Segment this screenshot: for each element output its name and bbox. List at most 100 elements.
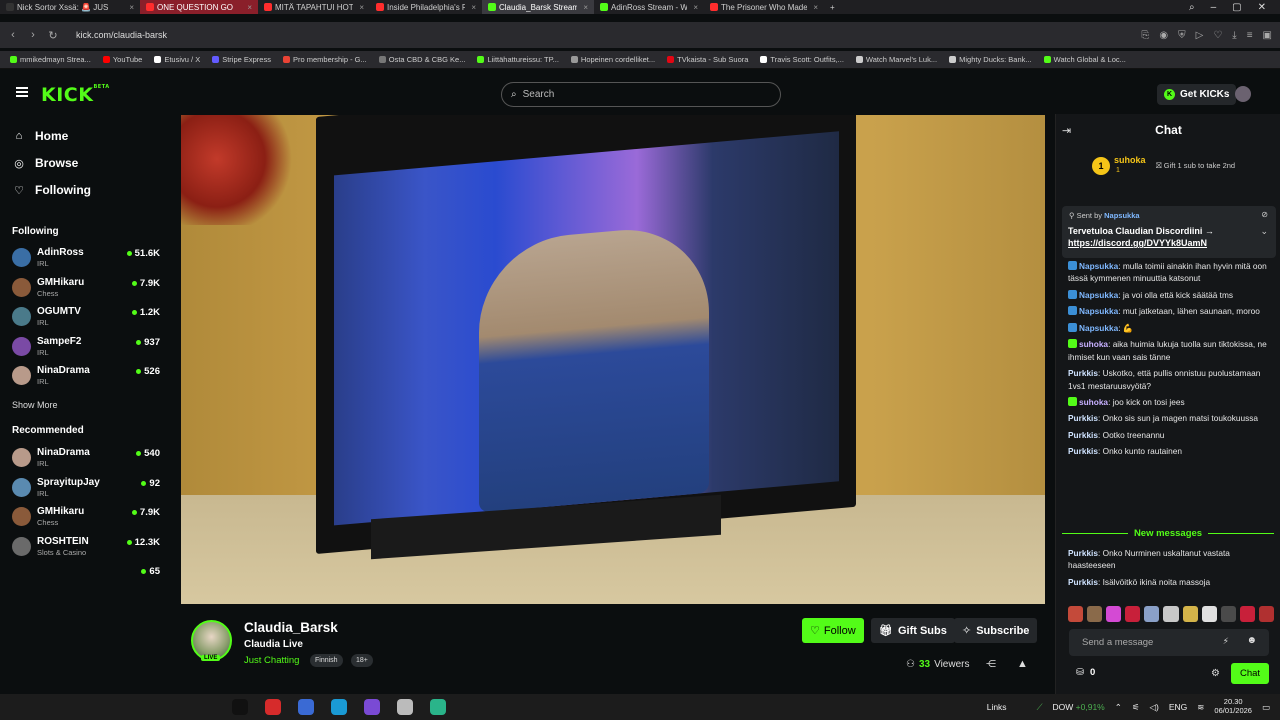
subscribe-button[interactable]: ✧ Subscribe xyxy=(954,618,1038,643)
bookmark-item[interactable]: Etusivu / X xyxy=(154,55,200,64)
sidebar-channel[interactable]: SampeF2 IRL 937 xyxy=(12,334,160,360)
chat-username[interactable]: Purkkis xyxy=(1068,446,1098,456)
taskbar-app-icon[interactable] xyxy=(430,699,446,715)
gift-subs-button[interactable]: 🎁︎ Gift Subs xyxy=(871,618,955,643)
browser-tab[interactable]: The Prisoner Who Made t × xyxy=(704,0,824,14)
reload-icon[interactable]: ↻ xyxy=(46,29,60,42)
chat-username[interactable]: suhoka xyxy=(1079,339,1108,349)
sidebar-channel[interactable]: AdinRoss IRL 51.6K xyxy=(12,245,160,271)
emote-icon[interactable] xyxy=(1144,606,1160,622)
sidebar-nav-home[interactable]: ⌂ Home xyxy=(13,129,69,143)
network-icon[interactable]: ⚟ xyxy=(1132,702,1140,713)
bookmark-item[interactable]: YouTube xyxy=(102,55,142,64)
download-icon[interactable]: ⤓ xyxy=(1232,30,1236,41)
chevron-down-icon[interactable]: ⌄ xyxy=(1260,226,1268,237)
bookmark-item[interactable]: Hopeinen cordelliket... xyxy=(570,55,655,64)
chat-username[interactable]: Purkkis xyxy=(1068,413,1098,423)
taskbar-app-icon[interactable] xyxy=(232,699,248,715)
user-avatar[interactable] xyxy=(1235,86,1251,102)
emote-icon[interactable] xyxy=(1239,606,1255,622)
emoji-icon[interactable]: ☻ xyxy=(1246,635,1257,646)
sidebar-nav-following[interactable]: ♡ Following xyxy=(13,183,91,197)
sidebar-channel[interactable]: 65 xyxy=(12,563,160,589)
bookmark-item[interactable]: Stripe Express xyxy=(212,55,271,64)
unpin-icon[interactable]: ⊘ xyxy=(1261,210,1268,219)
close-tab-icon[interactable]: × xyxy=(471,3,476,12)
chat-username[interactable]: Purkkis xyxy=(1068,368,1098,378)
chevron-up-icon[interactable]: ⌃ xyxy=(1115,702,1122,713)
play-icon[interactable]: ▷ xyxy=(1196,30,1204,41)
browser-tab[interactable]: Nick Sortor Xssä: 🚨 JUS × xyxy=(0,0,140,14)
bookmark-item[interactable]: Watch Marvel's Luk... xyxy=(855,55,937,64)
clock[interactable]: 20.30 06/01/2026 xyxy=(1214,698,1252,715)
browser-tab[interactable]: Inside Philadelphia's Real × xyxy=(370,0,482,14)
heart-icon[interactable]: ♡ xyxy=(1213,30,1222,41)
close-tab-icon[interactable]: × xyxy=(693,3,698,12)
chat-username[interactable]: Napsukka xyxy=(1079,290,1118,300)
gear-icon[interactable]: ⚙ xyxy=(1211,668,1220,679)
emote-icon[interactable] xyxy=(1201,606,1217,622)
close-tab-icon[interactable]: × xyxy=(583,3,588,12)
gifter-name[interactable]: suhoka xyxy=(1114,155,1146,165)
collapse-chat-icon[interactable]: ⇥ xyxy=(1062,124,1071,137)
search-icon[interactable]: ⌕ xyxy=(1189,2,1195,13)
emote-icon[interactable] xyxy=(1068,606,1084,622)
maximize-icon[interactable]: ▢ xyxy=(1232,2,1241,13)
sidebar-channel[interactable]: ROSHTEIN Slots & Casino 12.3K xyxy=(12,534,160,560)
kick-emote-icon[interactable]: ⚡ xyxy=(1223,636,1229,647)
search-bar[interactable]: ⌕ xyxy=(501,82,781,107)
tag-language[interactable]: Finnish xyxy=(310,654,343,667)
new-tab-icon[interactable]: + xyxy=(824,0,841,14)
chat-username[interactable]: Napsukka xyxy=(1079,323,1118,333)
tag-age[interactable]: 18+ xyxy=(351,654,373,667)
emote-icon[interactable] xyxy=(1106,606,1122,622)
chat-username[interactable]: Purkkis xyxy=(1068,548,1098,558)
sidebar-nav-browse[interactable]: ◎ Browse xyxy=(13,156,78,170)
chat-username[interactable]: Napsukka xyxy=(1079,306,1118,316)
discord-link[interactable]: https://discord.gg/DVYYk8UamN xyxy=(1068,238,1207,248)
wallet-icon[interactable]: ▣ xyxy=(1263,30,1272,41)
emote-icon[interactable] xyxy=(1087,606,1103,622)
minimize-icon[interactable]: – xyxy=(1211,2,1217,13)
bookmark-item[interactable]: Osta CBD & CBG Ke... xyxy=(378,55,465,64)
close-tab-icon[interactable]: × xyxy=(247,3,252,12)
close-tab-icon[interactable]: × xyxy=(359,3,364,12)
video-player[interactable] xyxy=(181,115,1045,604)
links-toolbar[interactable]: Links xyxy=(987,702,1007,712)
screenshot-icon[interactable]: ⎘ xyxy=(1141,30,1149,41)
bookmark-item[interactable]: Pro membership - G... xyxy=(282,55,367,64)
get-kicks-button[interactable]: K Get KICKs xyxy=(1157,84,1237,105)
close-tab-icon[interactable]: × xyxy=(813,3,818,12)
sidebar-channel[interactable]: GMHikaru Chess 7.9K xyxy=(12,504,160,530)
sidebar-channel[interactable]: GMHikaru Chess 7.9K xyxy=(12,275,160,301)
emote-icon[interactable] xyxy=(1125,606,1141,622)
bookmark-item[interactable]: TVkaista - Sub Suora xyxy=(667,55,748,64)
browser-tab[interactable]: ONE QUESTION GO × xyxy=(140,0,258,14)
share-icon[interactable]: ⋲ xyxy=(986,659,996,670)
chat-input-box[interactable]: ⚡ ☻ xyxy=(1069,629,1269,656)
emote-icon[interactable] xyxy=(1163,606,1179,622)
chat-username[interactable]: suhoka xyxy=(1079,397,1108,407)
chat-input[interactable] xyxy=(1082,637,1222,648)
streamer-name[interactable]: Claudia_Barsk xyxy=(244,620,338,635)
notification-icon[interactable]: ▭ xyxy=(1262,702,1270,713)
market-ticker[interactable]: DOW +0,91% xyxy=(1053,702,1105,712)
language-indicator[interactable]: ENG xyxy=(1169,702,1187,712)
camera-icon[interactable]: ◉ xyxy=(1159,30,1168,41)
wifi-icon[interactable]: ≋ xyxy=(1197,702,1204,713)
sidebar-channel[interactable]: SprayitupJay IRL 92 xyxy=(12,475,160,501)
gift-leaderboard-text[interactable]: ⛝ Gift 1 sub to take 2nd xyxy=(1156,161,1235,171)
emote-icon[interactable] xyxy=(1258,606,1275,622)
taskbar-app-icon[interactable] xyxy=(265,699,281,715)
menu-icon[interactable]: ≡ xyxy=(1247,30,1253,41)
close-icon[interactable]: ✕ xyxy=(1258,2,1266,13)
taskbar-app-icon[interactable] xyxy=(364,699,380,715)
bookmark-item[interactable]: mmikedmayn Strea... xyxy=(10,55,91,64)
browser-tab[interactable]: Claudia_Barsk Stream × xyxy=(482,0,594,14)
shield-icon[interactable]: ⛨ xyxy=(1178,30,1186,41)
chat-send-button[interactable]: Chat xyxy=(1231,663,1269,684)
sidebar-channel[interactable]: NinaDrama IRL 526 xyxy=(12,363,160,389)
url-field[interactable]: kick.com/claudia-barsk xyxy=(76,30,167,40)
report-icon[interactable]: ▲ xyxy=(1017,658,1028,670)
browser-tab[interactable]: MITÄ TAPAHTUI HOTELLI × xyxy=(258,0,370,14)
